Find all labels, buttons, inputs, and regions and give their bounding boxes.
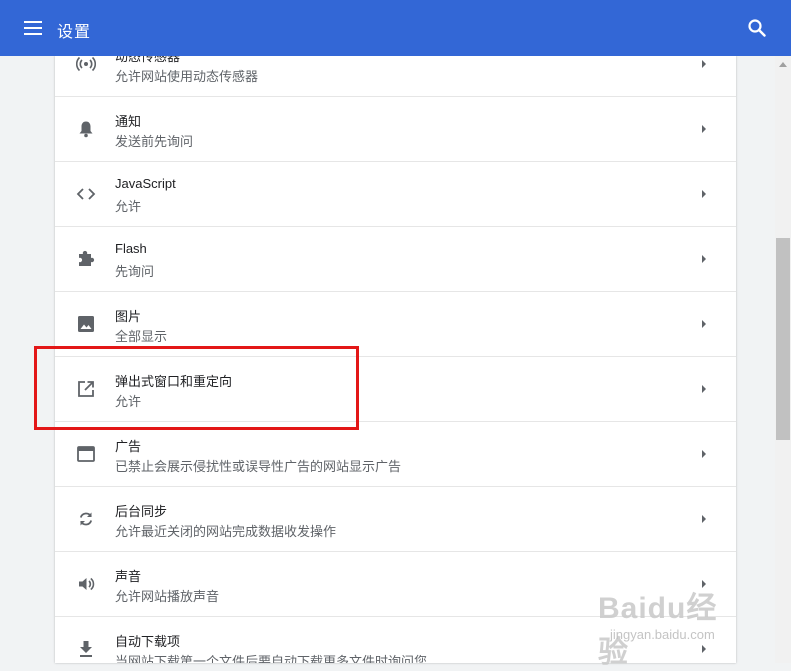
code-icon — [75, 183, 97, 205]
item-label: 自动下载项 — [115, 634, 181, 649]
menu-icon[interactable] — [24, 19, 42, 37]
page-title: 设置 — [57, 24, 92, 41]
bell-icon — [75, 118, 97, 140]
item-label: 声音 — [115, 569, 142, 584]
item-sublabel: 发送前先询问 — [115, 134, 194, 149]
chevron-right-icon — [702, 515, 706, 523]
item-sublabel: 允许 — [115, 199, 142, 214]
scrollbar[interactable] — [775, 56, 791, 663]
top-app-bar: 设置 — [0, 0, 791, 56]
chevron-right-icon — [702, 255, 706, 263]
item-label: Flash — [115, 241, 147, 256]
list-item-flash[interactable]: Flash 先询问 — [55, 227, 736, 292]
sensors-icon — [75, 56, 97, 75]
ad-window-icon — [75, 443, 97, 465]
image-icon — [75, 313, 97, 335]
item-sublabel: 允许网站使用动态传感器 — [115, 69, 259, 84]
list-item-notifications[interactable]: 通知 发送前先询问 — [55, 97, 736, 162]
item-sublabel: 先询问 — [115, 264, 155, 279]
list-item-background-sync[interactable]: 后台同步 允许最近关闭的网站完成数据收发操作 — [55, 487, 736, 552]
content-settings-list: 动态传感器 允许网站使用动态传感器 通知 发送前先询问 JavaScript 允… — [55, 56, 736, 663]
sync-icon — [75, 508, 97, 530]
chevron-right-icon — [702, 125, 706, 133]
item-sublabel: 允许网站播放声音 — [115, 589, 220, 604]
chevron-right-icon — [702, 320, 706, 328]
scrollbar-thumb[interactable] — [776, 238, 790, 440]
puzzle-icon — [75, 248, 97, 270]
item-label: 动态传感器 — [115, 56, 181, 64]
item-sublabel: 允许 — [115, 394, 142, 409]
chevron-right-icon — [702, 385, 706, 393]
item-sublabel: 当网站下载第一个文件后要自动下载更多文件时询问您 — [115, 654, 428, 663]
list-item-ads[interactable]: 广告 已禁止会展示侵扰性或误导性广告的网站显示广告 — [55, 422, 736, 487]
settings-list-panel: 动态传感器 允许网站使用动态传感器 通知 发送前先询问 JavaScript 允… — [55, 56, 736, 663]
chevron-right-icon — [702, 450, 706, 458]
list-item-sound[interactable]: 声音 允许网站播放声音 — [55, 552, 736, 617]
item-sublabel: 全部显示 — [115, 329, 168, 344]
item-sublabel: 允许最近关闭的网站完成数据收发操作 — [115, 524, 337, 539]
list-item-javascript[interactable]: JavaScript 允许 — [55, 162, 736, 227]
item-label: 图片 — [115, 309, 142, 324]
item-label: 后台同步 — [115, 504, 168, 519]
volume-icon — [75, 573, 97, 595]
item-label: 广告 — [115, 439, 142, 454]
item-label: JavaScript — [115, 176, 176, 191]
list-item-sensors[interactable]: 动态传感器 允许网站使用动态传感器 — [55, 56, 736, 97]
search-icon[interactable] — [747, 18, 767, 38]
chevron-right-icon — [702, 190, 706, 198]
download-icon — [75, 638, 97, 660]
list-item-auto-downloads[interactable]: 自动下载项 当网站下载第一个文件后要自动下载更多文件时询问您 — [55, 617, 736, 663]
list-item-images[interactable]: 图片 全部显示 — [55, 292, 736, 357]
scroll-up-arrow-icon[interactable] — [779, 62, 787, 67]
chevron-right-icon — [702, 645, 706, 653]
item-sublabel: 已禁止会展示侵扰性或误导性广告的网站显示广告 — [115, 459, 402, 474]
chevron-right-icon — [702, 580, 706, 588]
item-label: 通知 — [115, 114, 142, 129]
list-item-popups-redirects[interactable]: 弹出式窗口和重定向 允许 — [55, 357, 736, 422]
chevron-right-icon — [702, 60, 706, 68]
item-label: 弹出式窗口和重定向 — [115, 374, 233, 389]
open-in-new-icon — [75, 378, 97, 400]
